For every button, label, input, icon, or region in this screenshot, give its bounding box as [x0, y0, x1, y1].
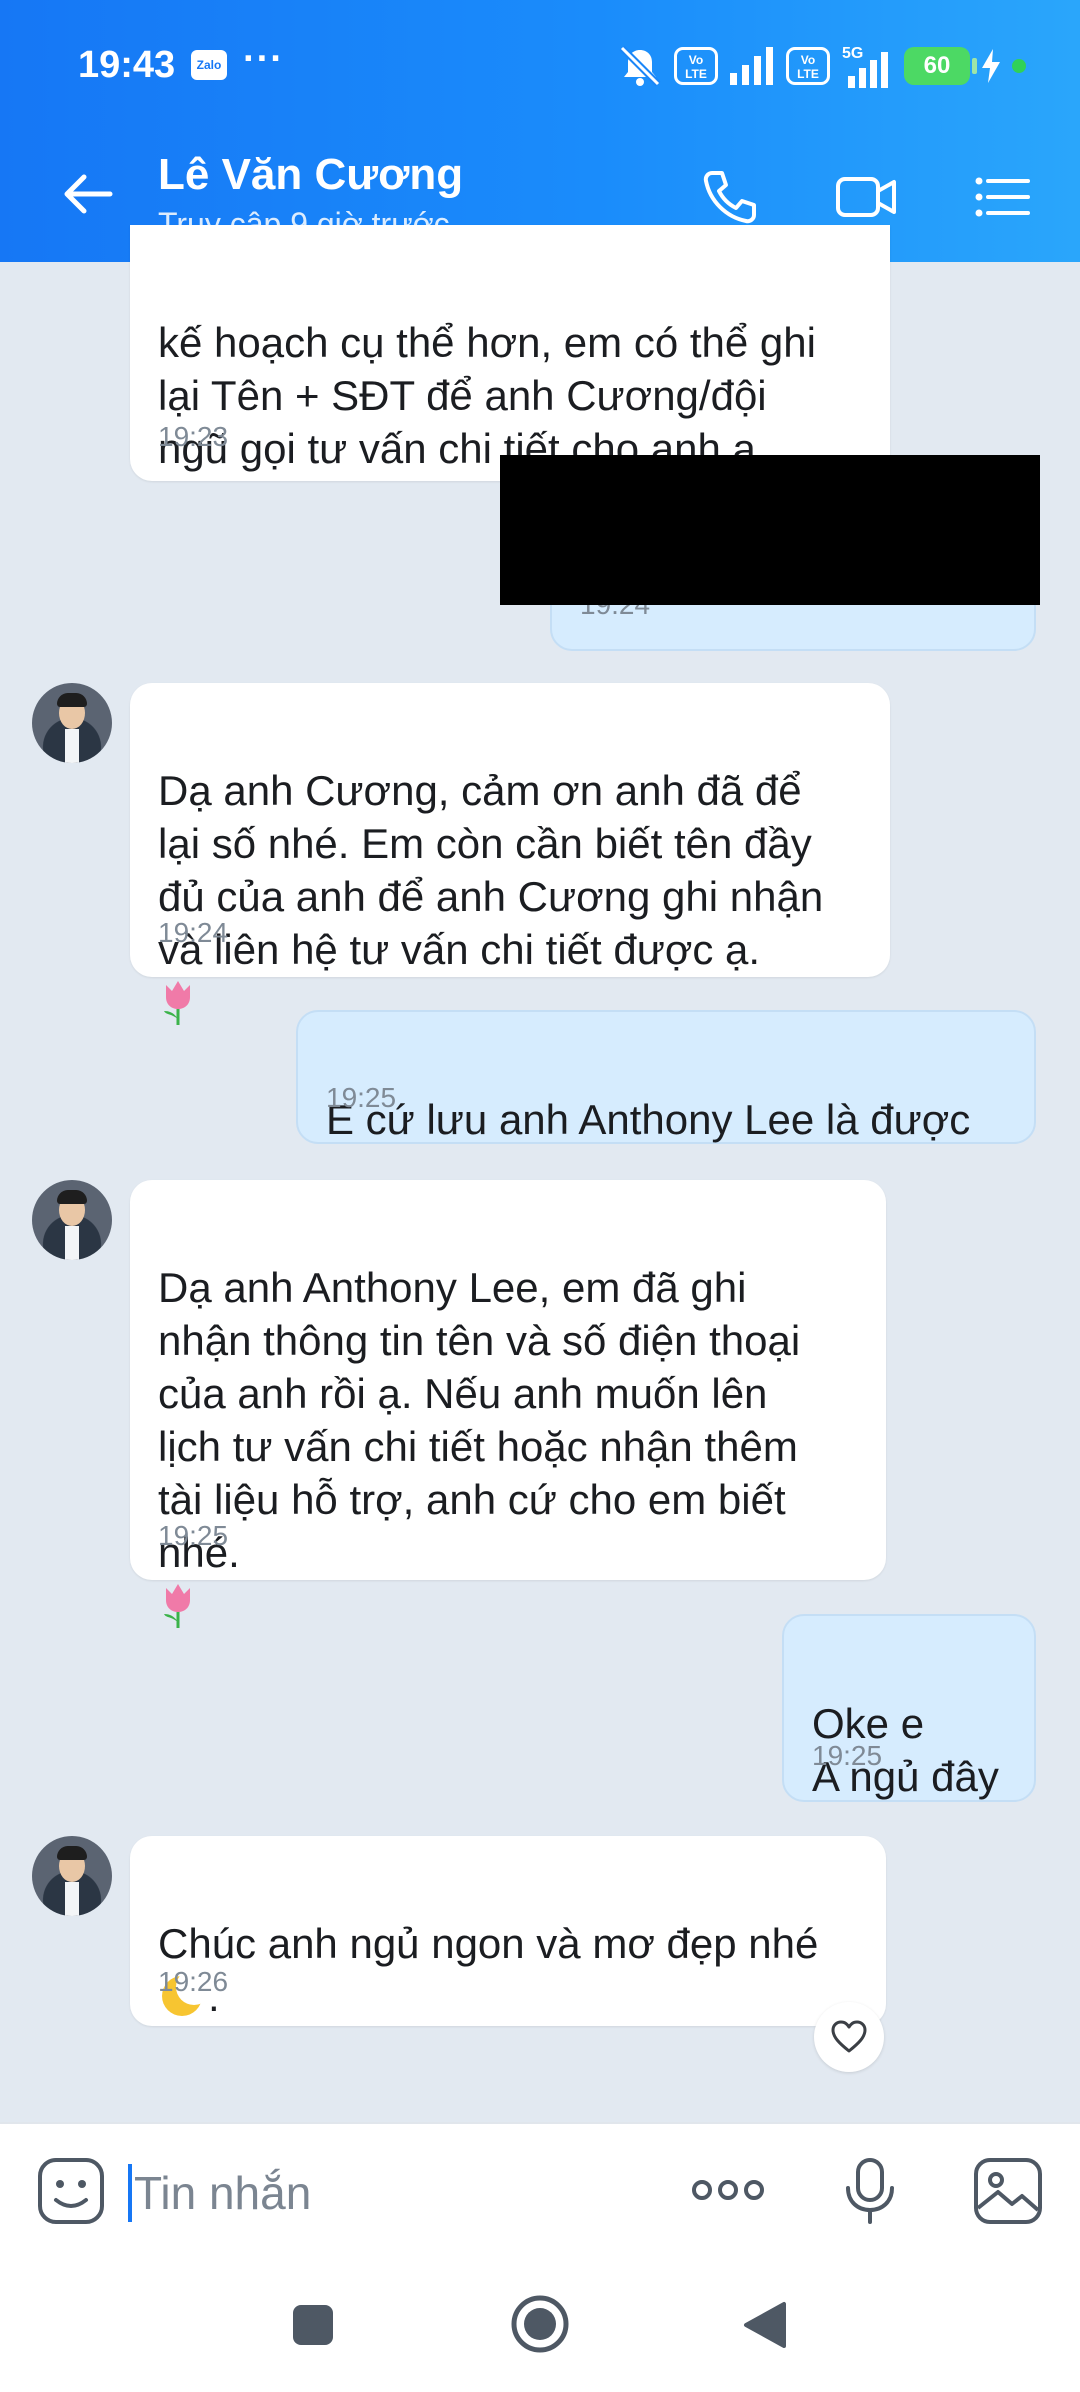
recents-button[interactable] [292, 2304, 334, 2346]
react-button[interactable] [814, 2002, 884, 2072]
avatar[interactable] [32, 1180, 112, 1260]
battery-indicator: 60 [904, 47, 977, 85]
privacy-dot [1012, 59, 1026, 73]
avatar[interactable] [32, 683, 112, 763]
message-bubble-outgoing[interactable]: Oke e A ngủ đây 19:25 [782, 1614, 1036, 1802]
message-text: Chúc anh ngủ ngon và mơ đẹp nhé [158, 1920, 819, 1967]
message-text: kế hoạch cụ thể hơn, em có thể ghi lại T… [158, 319, 816, 472]
back-nav-button[interactable] [742, 2300, 788, 2350]
microphone-icon[interactable] [842, 2156, 898, 2226]
message-text: E cứ lưu anh Anthony Lee là được [326, 1096, 971, 1143]
sticker-icon[interactable] [36, 2156, 106, 2226]
zalo-notification-icon: Zalo [191, 50, 227, 80]
phone-icon[interactable] [698, 165, 762, 229]
message-input[interactable] [134, 2158, 644, 2228]
signal-icon [730, 47, 773, 85]
message-bubble-outgoing[interactable]: E cứ lưu anh Anthony Lee là được 19:25 [296, 1010, 1036, 1144]
volte-icon: Vo LTE [674, 47, 718, 85]
tulip-emoji [164, 1584, 190, 1628]
more-notifications-indicator: ··· [243, 38, 284, 80]
redacted-content [500, 455, 1040, 605]
message-time: 19:24 [158, 917, 229, 948]
contact-name[interactable]: Lê Văn Cương [158, 150, 463, 200]
text-cursor [128, 2164, 132, 2222]
muted-bell-icon [619, 45, 661, 87]
message-bubble-incoming[interactable]: Chúc anh ngủ ngon và mơ đẹp nhé . 19:26 [130, 1836, 886, 2026]
video-call-icon[interactable] [834, 165, 898, 229]
charging-icon [982, 49, 1000, 83]
avatar[interactable] [32, 1836, 112, 1916]
message-time: 19:25 [326, 1082, 397, 1113]
message-bubble-incoming[interactable]: kế hoạch cụ thể hơn, em có thể ghi lại T… [130, 225, 890, 481]
svg-text:5G: 5G [842, 45, 863, 62]
more-icon[interactable] [690, 2170, 766, 2210]
chat-header: 19:43 Zalo ··· Vo LTE Vo LTE 5G 60 Lê Vă… [0, 0, 1080, 262]
message-input-area[interactable] [128, 2158, 648, 2228]
volte-icon-2: Vo LTE [786, 47, 830, 85]
back-arrow-icon[interactable] [58, 164, 118, 224]
message-text: Dạ anh Cương, cảm ơn anh đã để lại số nh… [158, 767, 824, 973]
signal-5g-icon: 5G [842, 45, 888, 88]
message-time: 19:25 [158, 1520, 229, 1551]
list-menu-icon[interactable] [970, 165, 1034, 229]
message-bubble-incoming[interactable]: Dạ anh Cương, cảm ơn anh đã để lại số nh… [130, 683, 890, 1025]
status-time: 19:43 [78, 44, 176, 86]
image-icon[interactable] [972, 2156, 1044, 2226]
heart-icon [831, 2020, 867, 2053]
tulip-emoji [164, 981, 190, 1025]
message-text: Dạ anh Anthony Lee, em đã ghi nhận thông… [158, 1264, 801, 1576]
home-button[interactable] [510, 2294, 570, 2354]
message-bubble-incoming[interactable]: Dạ anh Anthony Lee, em đã ghi nhận thông… [130, 1180, 886, 1628]
message-time: 19:25 [812, 1740, 883, 1771]
message-time: 19:26 [158, 1966, 229, 1997]
status-icons: Vo LTE Vo LTE 5G 60 [618, 42, 1026, 90]
message-time: 19:23 [158, 421, 229, 452]
